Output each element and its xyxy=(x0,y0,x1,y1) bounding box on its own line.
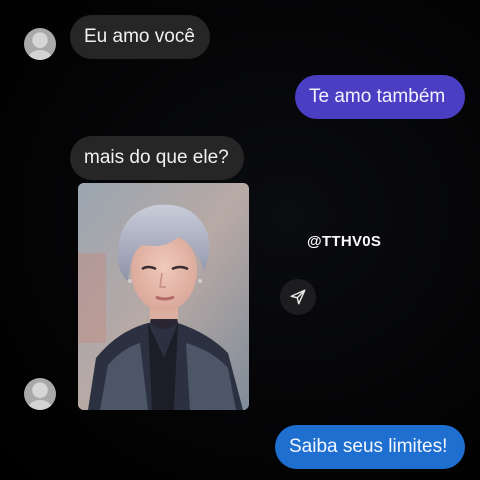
message-bubble-incoming[interactable]: mais do que ele? xyxy=(70,136,244,180)
message-text: Eu amo você xyxy=(84,26,195,47)
message-bubble-incoming[interactable]: Eu amo você xyxy=(70,15,210,59)
contact-avatar[interactable] xyxy=(24,28,56,60)
shared-photo[interactable] xyxy=(78,183,249,410)
watermark-text: @TTHV0S xyxy=(307,233,382,250)
message-text: Te amo também xyxy=(309,86,446,107)
message-text: Saiba seus limites! xyxy=(289,436,448,457)
message-text: mais do que ele? xyxy=(84,147,229,168)
contact-avatar[interactable] xyxy=(24,378,56,410)
photo-image xyxy=(78,183,249,410)
share-button[interactable] xyxy=(280,279,316,315)
message-bubble-outgoing[interactable]: Te amo também xyxy=(295,75,465,119)
message-bubble-outgoing[interactable]: Saiba seus limites! xyxy=(275,425,465,469)
send-icon xyxy=(290,289,306,305)
